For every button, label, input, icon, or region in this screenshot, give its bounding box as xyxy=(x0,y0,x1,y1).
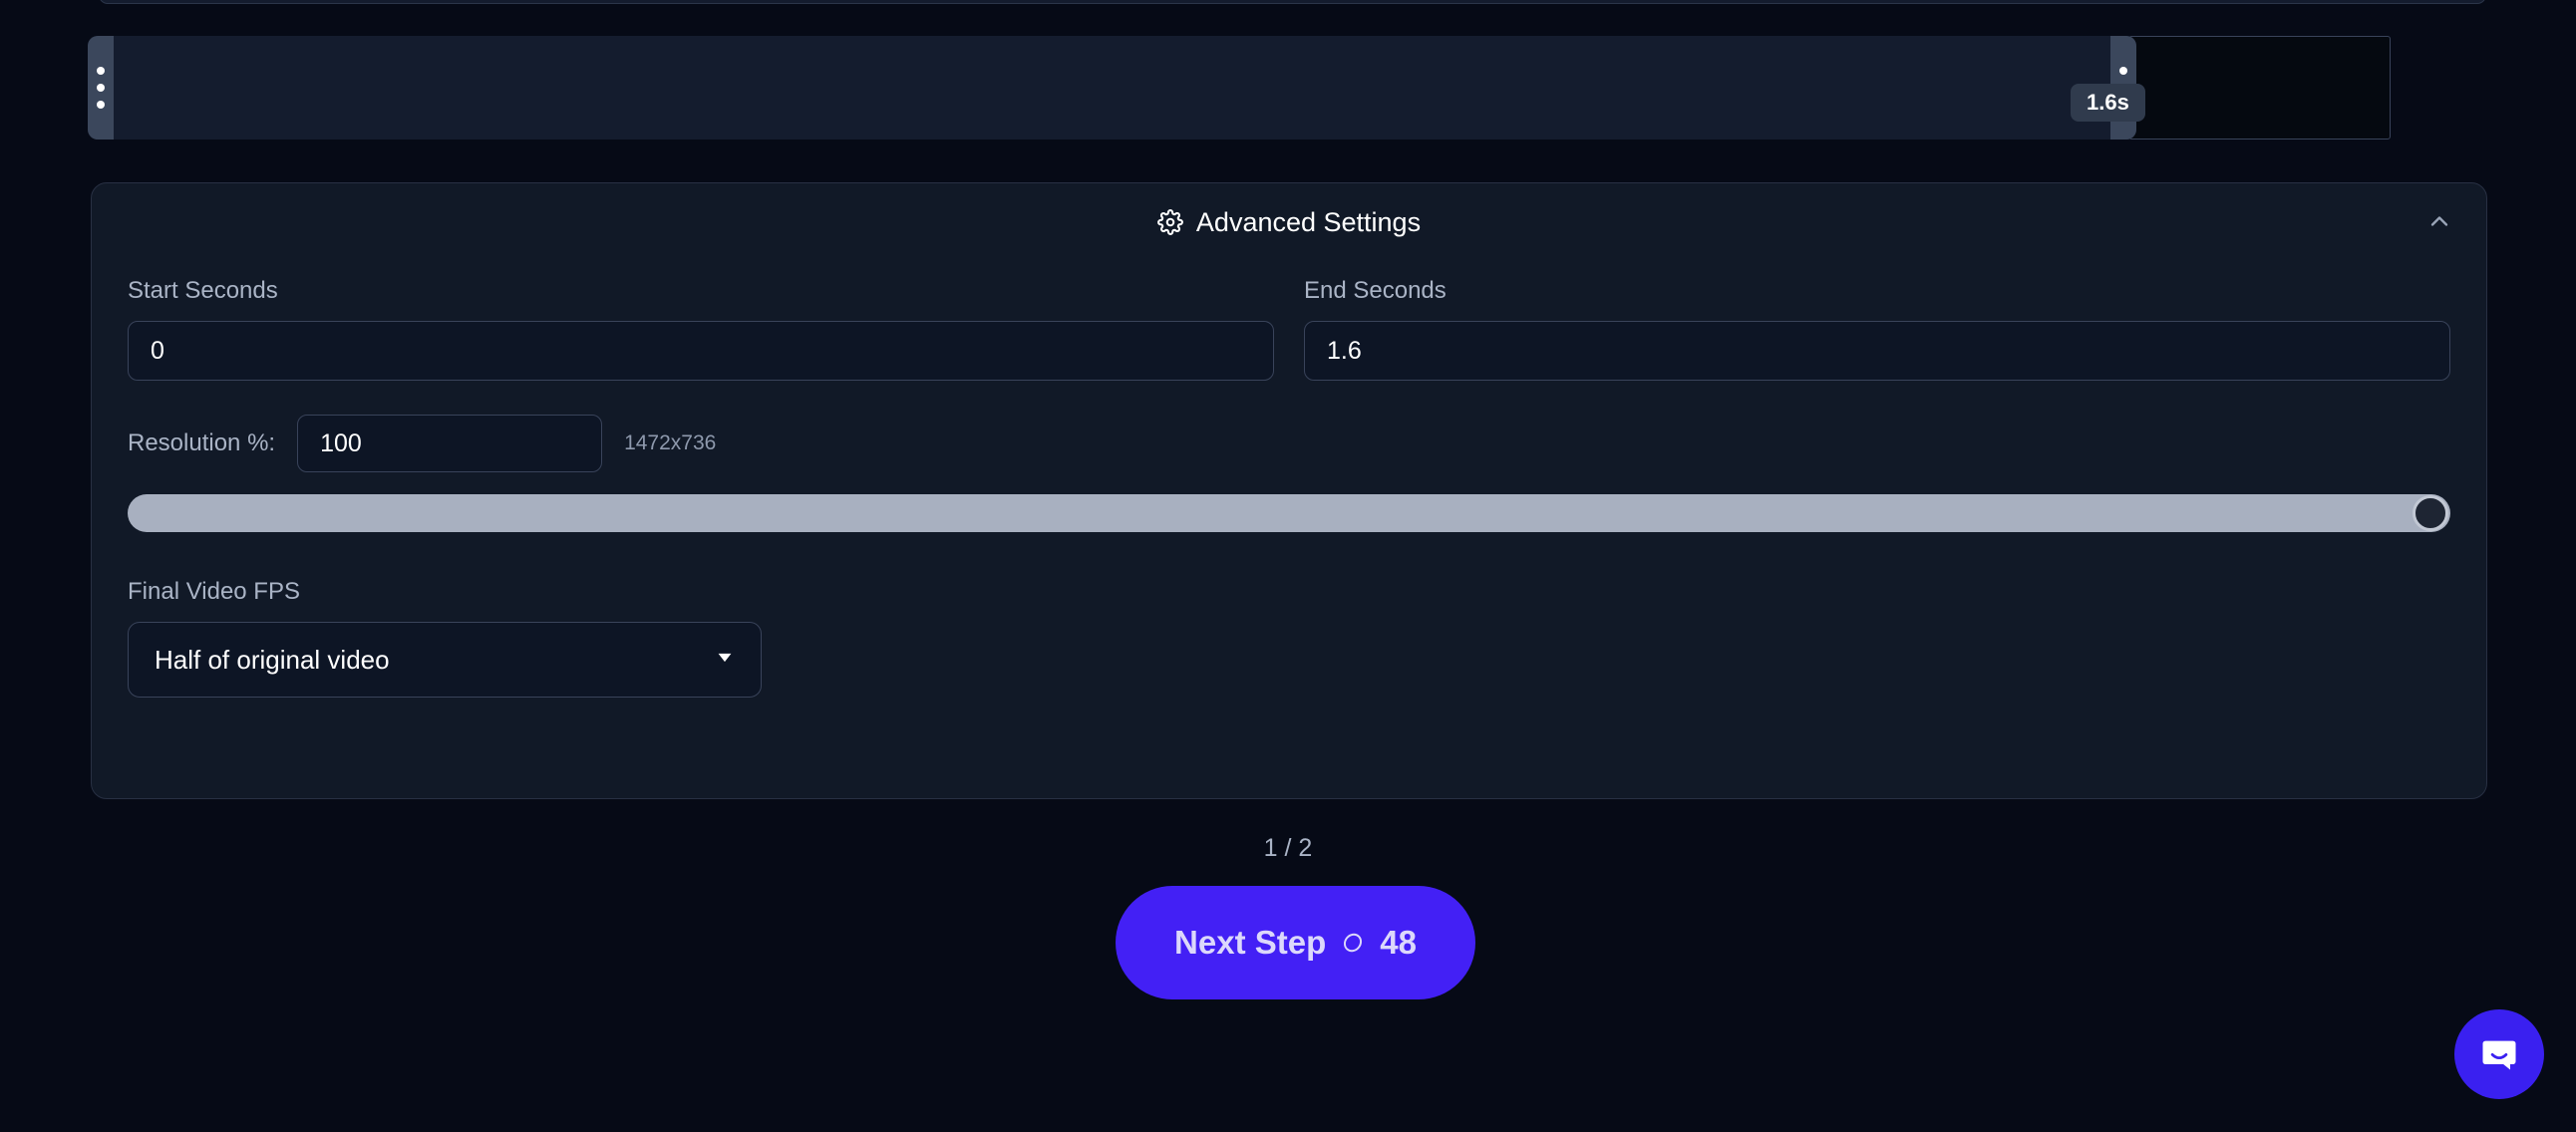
resolution-slider[interactable] xyxy=(128,494,2450,534)
slider-thumb[interactable] xyxy=(2413,495,2448,531)
next-step-label: Next Step xyxy=(1174,924,1327,961)
collapse-panel-button[interactable] xyxy=(2417,200,2461,244)
fps-label: Final Video FPS xyxy=(128,578,300,605)
advanced-settings-header[interactable]: Advanced Settings xyxy=(92,183,2486,261)
clip-duration-badge: 1.6s xyxy=(2071,84,2145,122)
panel-title-text: Advanced Settings xyxy=(1195,206,1422,237)
advanced-settings-panel: Advanced Settings Start Seconds End Sec xyxy=(91,182,2487,799)
slider-track[interactable] xyxy=(128,494,2450,532)
resolution-dimensions-text: 1472x736 xyxy=(624,431,717,454)
video-timeline-trimmer[interactable]: 1.6s xyxy=(88,36,2490,140)
advanced-settings-body: Start Seconds End Seconds Resolution %: … xyxy=(92,277,2486,698)
step-pager: 1 / 2 xyxy=(1263,834,1313,862)
next-step-button[interactable]: Next Step 48 xyxy=(1116,886,1475,999)
panel-title-group: Advanced Settings xyxy=(1157,207,1421,238)
intercom-chat-button[interactable] xyxy=(2454,1009,2544,1099)
start-seconds-label: Start Seconds xyxy=(128,277,278,304)
partial-panel-above xyxy=(99,0,2486,4)
intercom-chat-icon xyxy=(2477,1031,2521,1078)
end-seconds-field-group: End Seconds xyxy=(1304,277,2450,381)
resolution-row: Resolution %: 1472x736 xyxy=(128,415,2450,472)
grip-dot xyxy=(97,84,105,92)
credit-coin-icon xyxy=(1340,930,1366,956)
grip-dot xyxy=(97,67,105,75)
gear-icon xyxy=(1157,209,1183,235)
seconds-row: Start Seconds End Seconds xyxy=(128,277,2450,381)
credit-count: 48 xyxy=(1380,924,1417,961)
end-seconds-input[interactable] xyxy=(1304,321,2450,381)
start-seconds-field-group: Start Seconds xyxy=(128,277,1274,381)
trim-start-handle[interactable] xyxy=(88,36,114,140)
chevron-up-icon xyxy=(2425,207,2453,238)
fps-select-wrap[interactable]: Half of original video xyxy=(128,622,762,698)
grip-dot xyxy=(2119,67,2127,75)
grip-dot xyxy=(97,101,105,109)
resolution-percent-input[interactable] xyxy=(297,415,603,472)
timeline-unselected-region[interactable] xyxy=(2128,36,2391,140)
app-root: 1.6s Advanced Settings Start Seconds 0 E… xyxy=(0,0,2576,1132)
timeline-selected-region[interactable] xyxy=(88,36,2136,140)
resolution-label: Resolution %: xyxy=(128,429,276,456)
fps-field-group: Final Video FPS Half of original video xyxy=(128,578,2450,698)
start-seconds-input[interactable] xyxy=(128,321,1274,381)
fps-select[interactable]: Half of original video xyxy=(128,622,762,698)
end-seconds-label: End Seconds xyxy=(1304,277,1447,304)
